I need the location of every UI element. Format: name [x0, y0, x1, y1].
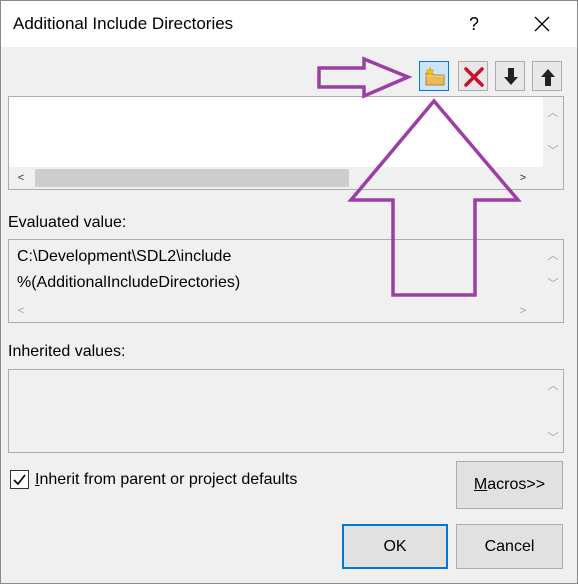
include-directories-dialog: Additional Include Directories ? ︿ ﹀ < >…	[0, 0, 578, 584]
annotation-right-arrow	[317, 56, 413, 99]
annotation-up-arrow	[347, 98, 522, 297]
annotation-arrows	[317, 56, 522, 297]
